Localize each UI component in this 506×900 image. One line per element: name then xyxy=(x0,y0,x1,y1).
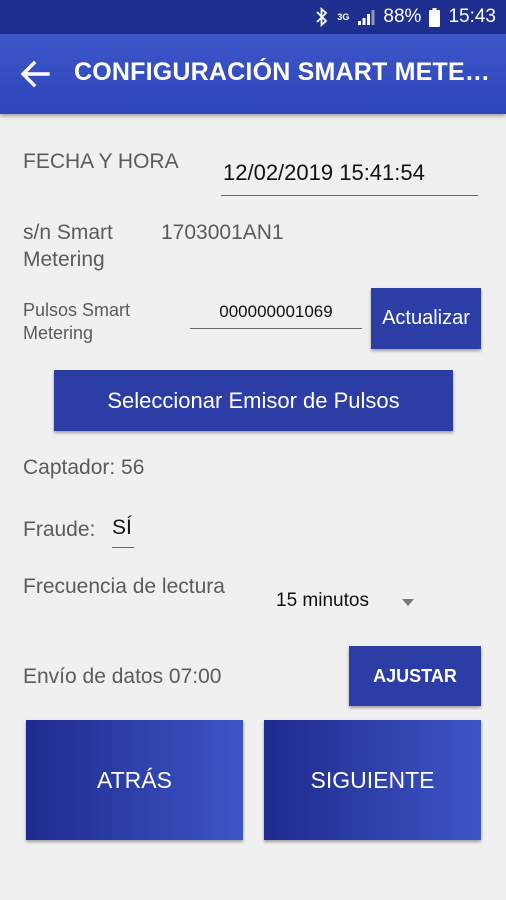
next-button[interactable]: SIGUIENTE xyxy=(264,720,481,840)
clock: 15:43 xyxy=(448,6,496,27)
serial-label-line1: s/n Smart xyxy=(23,221,113,244)
update-button[interactable]: Actualizar xyxy=(371,288,481,349)
serial-label-line2: Metering xyxy=(23,248,105,272)
serial-value: 1703001AN1 xyxy=(161,221,284,244)
network-type-icon: 3G xyxy=(337,11,350,22)
fraud-label: Fraude: xyxy=(23,518,96,541)
pulses-label-line2: Metering xyxy=(23,323,94,344)
signal-icon xyxy=(358,10,375,25)
captador-text: Captador: 56 xyxy=(23,456,145,479)
app-bar: CONFIGURACIÓN SMART METERING xyxy=(0,34,506,114)
select-pulse-emitter-button[interactable]: Seleccionar Emisor de Pulsos xyxy=(54,370,453,431)
status-bar: 3G 88% 15:43 xyxy=(0,0,506,34)
pulses-label-line1: Pulsos Smart xyxy=(23,300,131,320)
datetime-label: FECHA Y HORA xyxy=(23,150,179,173)
frequency-selected: 15 minutos xyxy=(276,590,369,611)
back-button[interactable]: ATRÁS xyxy=(26,720,243,840)
back-arrow-icon[interactable] xyxy=(18,58,52,90)
adjust-button[interactable]: AJUSTAR xyxy=(349,646,481,706)
send-data-text: Envío de datos 07:00 xyxy=(23,665,222,688)
battery-icon xyxy=(429,7,441,27)
fraud-field[interactable]: SÍ xyxy=(112,516,134,548)
bluetooth-icon xyxy=(316,7,328,27)
frequency-dropdown[interactable]: 15 minutos xyxy=(276,590,426,618)
battery-percent: 88% xyxy=(383,6,422,27)
frequency-label: Frecuencia de lectura xyxy=(23,575,225,598)
status-icons: 3G 88% 15:43 xyxy=(315,5,496,29)
datetime-field[interactable]: 12/02/2019 15:41:54 xyxy=(221,160,478,196)
pulses-label: Pulsos Smart Metering xyxy=(23,299,130,346)
serial-label: s/n Smart Metering xyxy=(23,219,113,274)
dropdown-arrow-icon xyxy=(402,599,414,606)
pulses-field[interactable]: 000000001069 xyxy=(190,302,362,329)
page-title: CONFIGURACIÓN SMART METERING xyxy=(74,58,498,86)
